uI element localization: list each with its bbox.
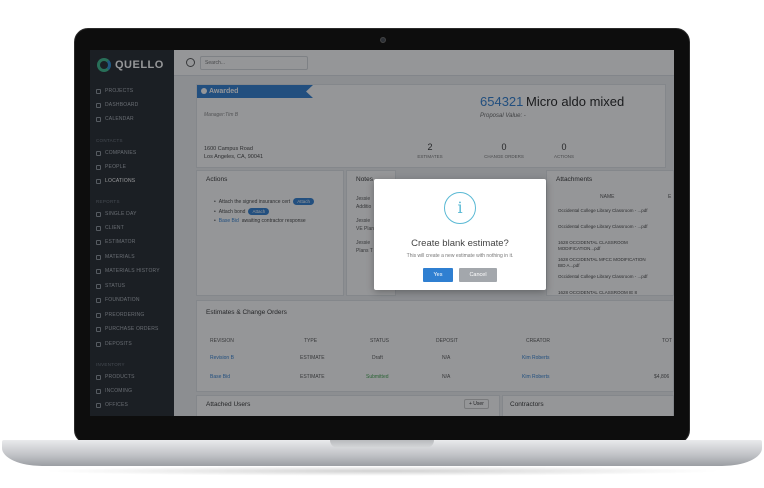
laptop-notch xyxy=(330,440,434,448)
dialog-title: Create blank estimate? xyxy=(411,238,509,249)
info-icon: i xyxy=(444,192,476,224)
app-screen: QUELLO PROJECTS DASHBOARD CALENDAR CONTA… xyxy=(90,50,674,416)
yes-button[interactable]: Yes xyxy=(423,268,453,282)
dialog-message: This will create a new estimate with not… xyxy=(406,253,514,259)
laptop-shadow xyxy=(40,466,724,476)
camera-icon xyxy=(380,37,386,43)
cancel-button[interactable]: Cancel xyxy=(459,268,497,282)
laptop-frame: QUELLO PROJECTS DASHBOARD CALENDAR CONTA… xyxy=(0,0,764,488)
confirm-dialog: i Create blank estimate? This will creat… xyxy=(374,179,546,290)
